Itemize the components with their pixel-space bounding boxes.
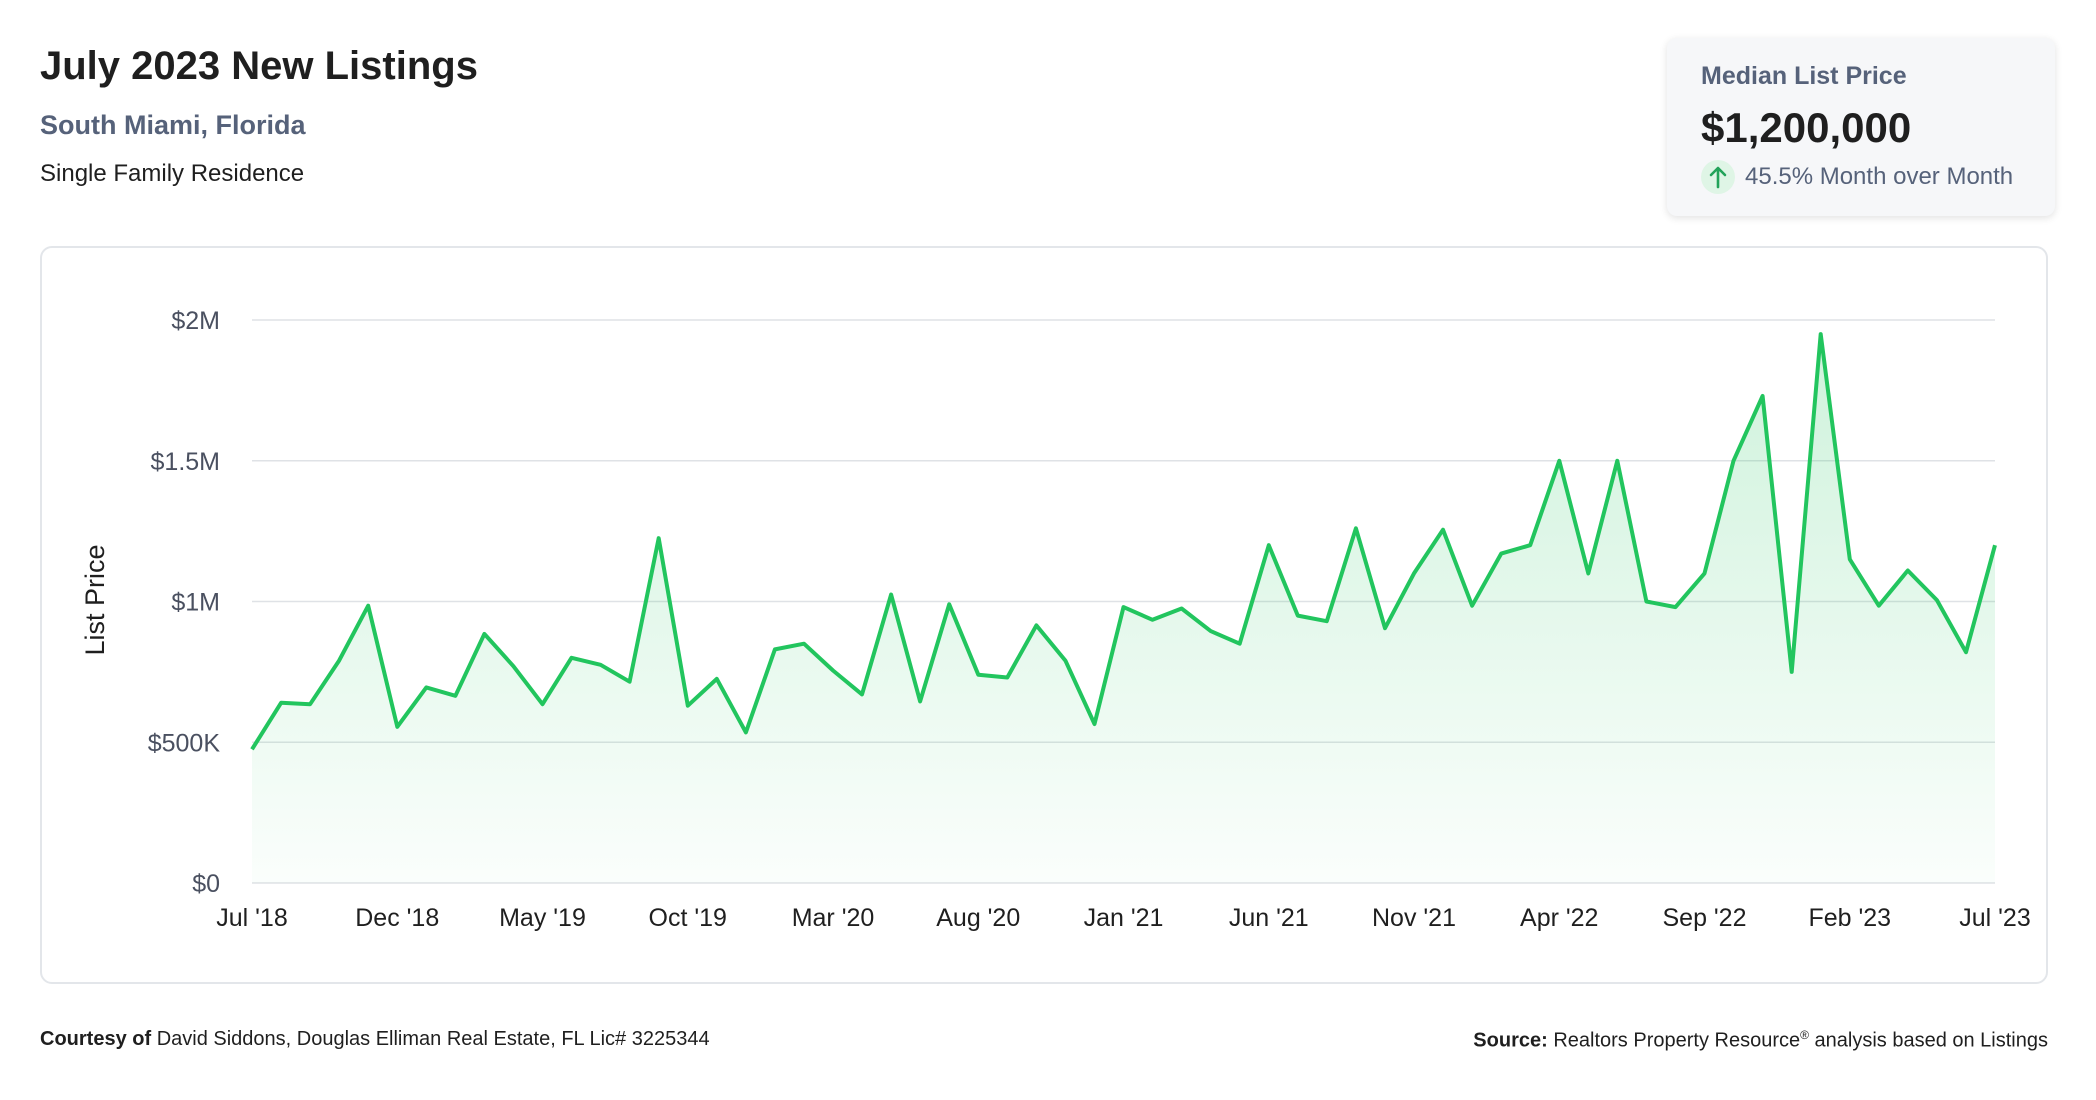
list-price-chart: $0 $500K $1M $1.5M $2M Jul '18 Dec '18 May '19… (80, 307, 2031, 932)
x-tick-label: Jun '21 (1229, 904, 1309, 932)
courtesy-label: Courtesy of (40, 1028, 152, 1050)
median-price-card: Median List Price $1,200,000 45.5% Month… (1667, 38, 2055, 216)
x-tick-label: Jan '21 (1084, 904, 1164, 932)
x-tick-label: Aug '20 (936, 904, 1020, 932)
property-type-label: Single Family Residence (40, 160, 305, 187)
y-tick-label: $1M (171, 589, 220, 617)
y-tick-label: $500K (148, 729, 221, 757)
x-tick-label: Jul '18 (216, 904, 287, 932)
location-subtitle: South Miami, Florida (40, 110, 306, 140)
y-tick-label: $0 (192, 870, 220, 898)
kpi-change: 45.5% Month over Month (1701, 160, 2013, 194)
kpi-value: $1,200,000 (1701, 104, 1912, 151)
source-footer: Source: Realtors Property Resource® anal… (1473, 1028, 2048, 1053)
y-tick-label: $2M (171, 307, 220, 335)
x-tick-label: Dec '18 (355, 904, 439, 932)
page-title: July 2023 New Listings (40, 44, 478, 88)
registered-mark: ® (1800, 1028, 1809, 1042)
x-tick-label: Oct '19 (649, 904, 727, 932)
x-tick-label: May '19 (499, 904, 586, 932)
arrow-up-icon (1701, 160, 1735, 194)
chart-container: $0 $500K $1M $1.5M $2M Jul '18 Dec '18 May '19… (40, 246, 2048, 984)
y-axis-label: List Price (80, 544, 110, 655)
x-tick-label: Mar '20 (792, 904, 875, 932)
kpi-label: Median List Price (1701, 62, 1907, 90)
courtesy-footer: Courtesy of David Siddons, Douglas Ellim… (40, 1028, 710, 1051)
source-text-2: analysis based on Listings (1814, 1029, 2048, 1052)
source-text: Realtors Property Resource (1553, 1029, 1801, 1052)
x-tick-label: Feb '23 (1808, 904, 1891, 932)
x-tick-label: Jul '23 (1959, 904, 2030, 932)
courtesy-text: David Siddons, Douglas Elliman Real Esta… (156, 1028, 710, 1050)
y-tick-label: $1.5M (151, 448, 220, 476)
x-tick-label: Nov '21 (1372, 904, 1456, 932)
x-tick-label: Apr '22 (1520, 904, 1598, 932)
x-tick-label: Sep '22 (1662, 904, 1746, 932)
kpi-change-text: 45.5% Month over Month (1745, 163, 2014, 190)
source-label: Source: (1473, 1029, 1548, 1052)
